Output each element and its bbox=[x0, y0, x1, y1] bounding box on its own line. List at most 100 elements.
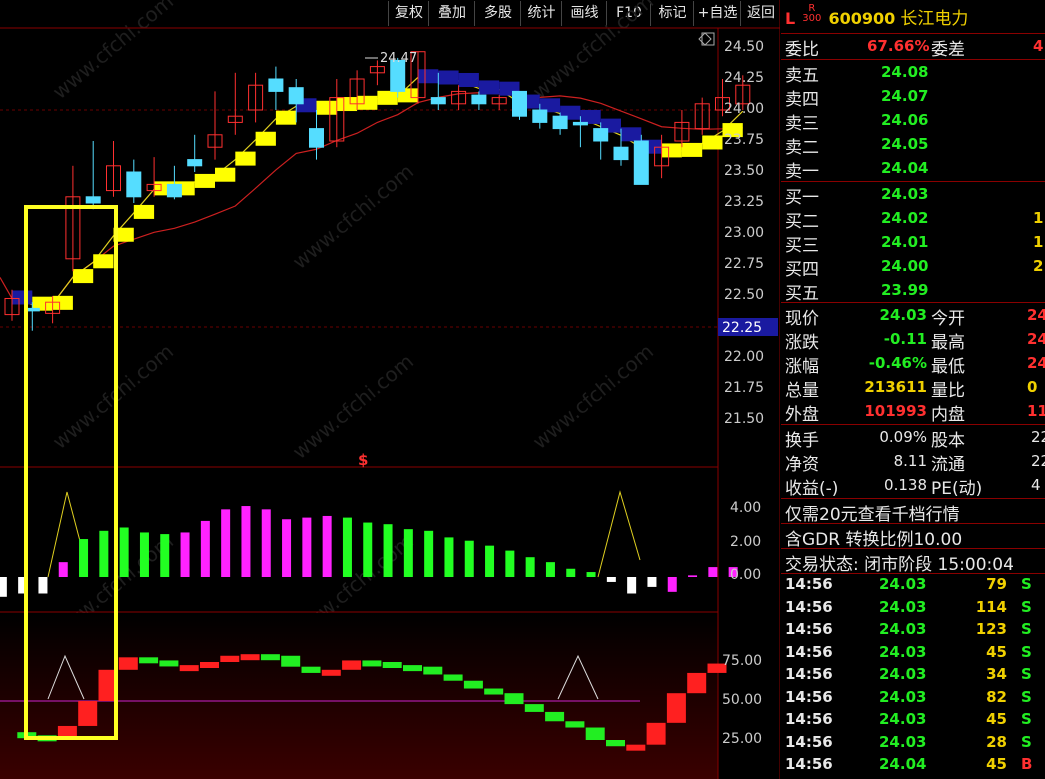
macd-axis-label: 0.00 bbox=[730, 567, 762, 583]
osc-bar bbox=[666, 693, 686, 723]
stat-value: 24.03 bbox=[879, 306, 927, 324]
fin-value: 22 bbox=[1031, 452, 1045, 470]
marker-symbol: $ bbox=[358, 451, 368, 469]
macd-bar bbox=[688, 575, 698, 577]
stat-value: 24 bbox=[1027, 354, 1045, 372]
candle-body bbox=[593, 128, 609, 142]
osc-bar bbox=[139, 657, 159, 664]
candle-body bbox=[532, 109, 548, 123]
trend-band bbox=[133, 204, 155, 219]
macd-bar bbox=[647, 577, 657, 587]
trend-band bbox=[215, 167, 236, 182]
osc-bar bbox=[118, 657, 138, 670]
candle-body bbox=[85, 196, 101, 204]
macd-bar bbox=[302, 517, 312, 577]
macd-bar bbox=[403, 529, 413, 577]
candle-body bbox=[268, 78, 284, 92]
stat-label: 量比 bbox=[931, 381, 965, 401]
tick-side: S bbox=[1021, 575, 1032, 593]
stat-value: 24 bbox=[1027, 330, 1045, 348]
trend-band bbox=[316, 100, 337, 115]
macd-bar bbox=[342, 517, 352, 577]
trend-band bbox=[377, 90, 398, 105]
macd-bar bbox=[606, 577, 616, 582]
candle-body bbox=[613, 146, 629, 161]
stat-value: 101993 bbox=[864, 402, 927, 420]
bid-price: 23.99 bbox=[881, 281, 929, 299]
macd-bar bbox=[322, 515, 332, 577]
trend-band bbox=[478, 80, 500, 95]
tick-volume: 114 bbox=[975, 597, 1007, 616]
bid-price: 24.02 bbox=[881, 209, 929, 227]
ask-label: 卖五 bbox=[785, 66, 819, 86]
candle-body bbox=[288, 87, 304, 105]
trend-band bbox=[580, 109, 601, 124]
candle-body bbox=[471, 94, 487, 105]
osc-bar bbox=[260, 654, 280, 661]
trend-band bbox=[235, 151, 256, 166]
tick-volume: 28 bbox=[986, 732, 1007, 751]
fin-label: 流通 bbox=[931, 455, 965, 475]
tick-side: S bbox=[1021, 620, 1032, 638]
bid-price: 24.01 bbox=[881, 233, 929, 251]
osc-bar bbox=[687, 672, 707, 694]
candle-body bbox=[552, 115, 568, 130]
current-price-tag: 22.25 bbox=[722, 320, 762, 336]
osc-bar bbox=[362, 660, 382, 667]
gdr-ratio: 含GDR 转换比例10.00 bbox=[785, 530, 963, 550]
candle-body bbox=[512, 90, 527, 117]
macd-bar bbox=[586, 572, 596, 577]
candle-body bbox=[572, 121, 588, 126]
macd-bar bbox=[261, 509, 271, 577]
osc-bar bbox=[585, 727, 605, 740]
trend-band bbox=[661, 143, 682, 158]
stat-value: 1110 bbox=[1027, 402, 1045, 420]
macd-bar bbox=[464, 540, 474, 577]
price-axis-label: 24.25 bbox=[724, 70, 765, 86]
osc-bar bbox=[382, 662, 402, 668]
osc-bar bbox=[159, 660, 179, 667]
tick-side: S bbox=[1021, 687, 1032, 706]
stat-value: 213611 bbox=[864, 378, 927, 396]
diamond-icon[interactable] bbox=[698, 32, 712, 46]
tick-volume: 82 bbox=[986, 687, 1007, 706]
bid-label: 买二 bbox=[785, 212, 819, 232]
price-axis-label: 22.75 bbox=[724, 256, 765, 272]
divider bbox=[781, 523, 1045, 524]
fin-value: 0.09% bbox=[879, 428, 927, 446]
watermark: www.cfchi.com bbox=[288, 349, 418, 464]
macd-bar bbox=[119, 527, 129, 577]
tick-side: S bbox=[1021, 710, 1032, 728]
osc-bar bbox=[220, 655, 240, 662]
macd-bar bbox=[424, 530, 434, 577]
stat-label: 最低 bbox=[931, 357, 965, 377]
macd-bar bbox=[667, 577, 677, 592]
stat-value: 0 bbox=[1027, 378, 1038, 396]
bid-label: 买三 bbox=[785, 236, 819, 256]
macd-axis-label: 4.00 bbox=[730, 500, 762, 516]
bid-volume: 1 bbox=[1033, 233, 1044, 251]
tick-volume: 34 bbox=[986, 665, 1007, 683]
candle-body bbox=[430, 97, 446, 105]
price-axis-label: 21.50 bbox=[724, 411, 765, 427]
candle-body bbox=[166, 183, 182, 198]
divider bbox=[781, 573, 1045, 574]
divider bbox=[781, 302, 1045, 303]
osc-bar bbox=[281, 655, 301, 667]
price-axis-label: 23.25 bbox=[724, 194, 765, 210]
price-axis-label: 21.75 bbox=[724, 380, 765, 396]
divider bbox=[781, 424, 1045, 425]
macd-bar bbox=[221, 509, 231, 577]
stat-label: 内盘 bbox=[931, 405, 965, 425]
signal-peak-line bbox=[597, 490, 641, 578]
macd-bar bbox=[282, 519, 292, 577]
osc-bar bbox=[565, 721, 585, 728]
price-axis-label: 24.50 bbox=[724, 39, 765, 55]
stat-label: 今开 bbox=[931, 309, 965, 329]
divider bbox=[781, 181, 1045, 182]
quote-panel: L R 300 600900 长江电力 委比 67.66% 委差 4 卖五 24.08 卖四… bbox=[781, 0, 1045, 779]
bid-price: 24.00 bbox=[881, 257, 929, 275]
osc-axis-label: 25.00 bbox=[722, 731, 763, 747]
trend-band bbox=[458, 72, 479, 87]
tick-side: S bbox=[1021, 642, 1032, 661]
